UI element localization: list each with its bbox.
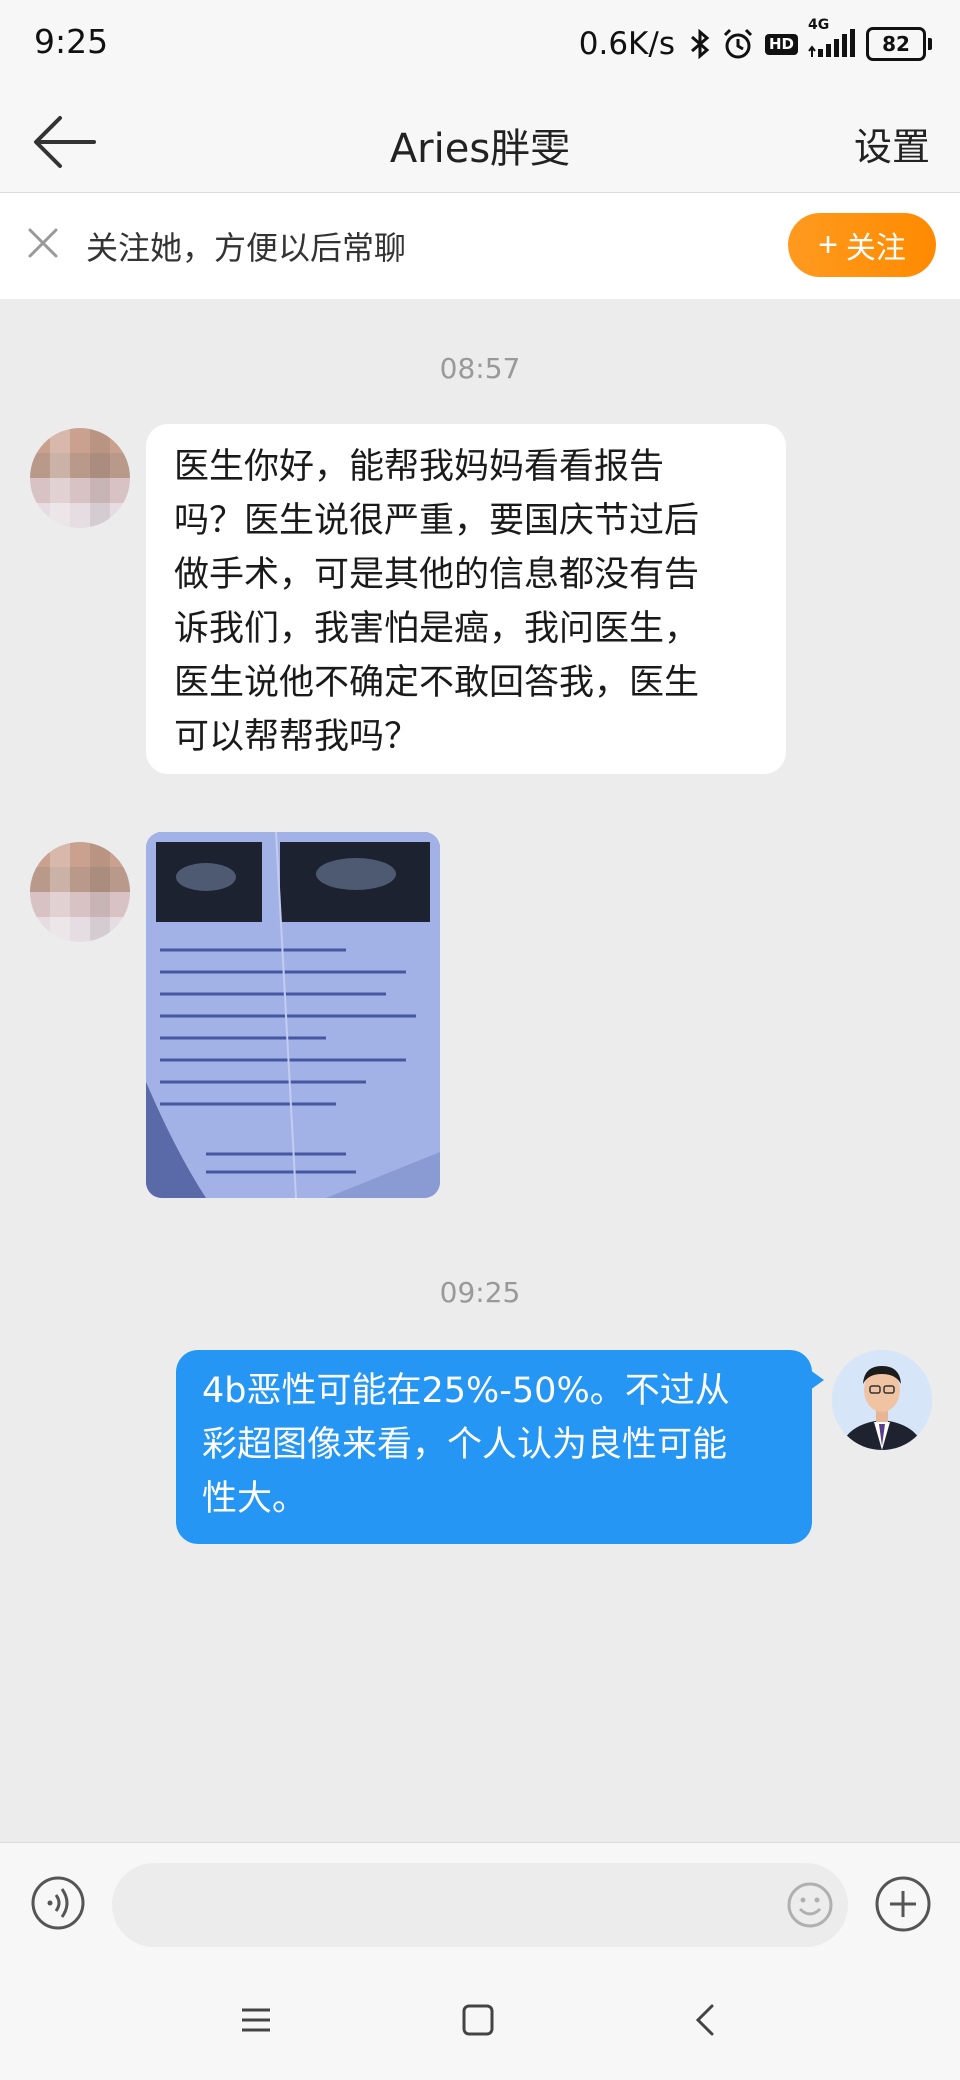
close-icon: [28, 228, 58, 258]
message-line: 做手术，可是其他的信息都没有告: [174, 555, 700, 595]
report-photo[interactable]: [146, 832, 440, 1198]
doctor-avatar[interactable]: [832, 1350, 932, 1450]
home-button[interactable]: [456, 1998, 500, 2042]
status-bar: 9:25 0.6K/s HD 4G 82: [0, 0, 960, 92]
network-type: 4G: [808, 17, 830, 33]
signal-icon: 4G: [808, 17, 856, 59]
follow-button[interactable]: + 关注: [788, 213, 936, 277]
emoji-icon: [787, 1882, 833, 1928]
alarm-icon: [721, 27, 755, 61]
sender-avatar[interactable]: [30, 842, 130, 942]
message-line: 医生说他不确定不敢回答我，医生: [174, 663, 700, 703]
bluetooth-icon: [689, 28, 711, 60]
settings-button[interactable]: 设置: [854, 116, 930, 171]
chat-header: Aries胖雯 设置: [0, 92, 960, 193]
received-message-bubble[interactable]: 医生你好，能帮我妈妈看看报告 吗？医生说很严重，要国庆节过后 做手术，可是其他的…: [146, 424, 786, 774]
message-line: 可以帮帮我吗？: [174, 717, 420, 757]
status-time: 9:25: [34, 22, 109, 61]
plus-icon: +: [818, 226, 838, 264]
sent-message-bubble[interactable]: 4b恶性可能在25%-50%。不过从 彩超图像来看，个人认为良性可能 性大。: [176, 1350, 824, 1544]
system-back-button[interactable]: [684, 1998, 728, 2042]
message-input[interactable]: [112, 1863, 848, 1947]
menu-button[interactable]: [234, 1998, 278, 2042]
plus-icon: [875, 1876, 931, 1932]
home-icon: [462, 2004, 494, 2036]
sender-avatar[interactable]: [30, 428, 130, 528]
input-bar: [0, 1842, 960, 1963]
doctor-avatar-image: [832, 1350, 932, 1450]
system-navigation-bar: [0, 1962, 960, 2080]
battery-level: 82: [882, 32, 910, 56]
page-title: Aries胖雯: [389, 126, 571, 172]
menu-icon: [242, 2008, 270, 2032]
message-line: 性大。: [202, 1479, 308, 1519]
message-line: 彩超图像来看，个人认为良性可能: [202, 1425, 728, 1465]
avatar-image: [30, 428, 130, 528]
more-button[interactable]: [874, 1875, 932, 1933]
emoji-button[interactable]: [786, 1881, 834, 1929]
message-line: 诉我们，我害怕是癌，我问医生，: [174, 609, 700, 649]
follow-banner: 关注她，方便以后常聊 + 关注: [0, 193, 960, 299]
follow-button-label: 关注: [845, 232, 906, 265]
hd-badge: HD: [764, 33, 798, 55]
close-button[interactable]: [26, 226, 60, 260]
chat-screen: 9:25 0.6K/s HD 4G 82 Aries胖雯 设置 关注她，方便以后…: [0, 0, 960, 2080]
voice-button[interactable]: [30, 1875, 86, 1931]
voice-icon: [31, 1876, 85, 1930]
status-icons: 0.6K/s HD 4G 82: [578, 17, 932, 68]
message-timestamp: 09:25: [439, 1276, 521, 1309]
message-line: 吗？医生说很严重，要国庆节过后: [174, 501, 700, 541]
chevron-left-icon: [695, 2004, 714, 2036]
network-speed: 0.6K/s: [578, 26, 675, 62]
follow-prompt-text: 关注她，方便以后常聊: [86, 229, 407, 267]
message-timestamp: 08:57: [439, 352, 521, 385]
avatar-image: [30, 842, 130, 942]
report-photo-image: [146, 832, 440, 1198]
message-line: 医生你好，能帮我妈妈看看报告: [174, 447, 665, 487]
message-line: 4b恶性可能在25%-50%。不过从: [202, 1371, 730, 1411]
battery-icon: 82: [866, 27, 932, 61]
